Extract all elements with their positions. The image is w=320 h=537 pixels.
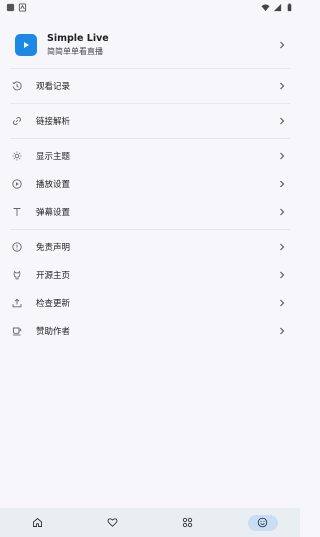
grid-icon (182, 517, 193, 528)
menu-group-link: 链接解析 (0, 104, 300, 138)
menu-group-history: 观看记录 (0, 69, 300, 103)
heart-icon (107, 518, 118, 527)
chevron-right-icon (280, 41, 285, 49)
chevron-right-icon (280, 152, 285, 160)
nav-home[interactable] (23, 515, 53, 531)
menu-item-display-theme[interactable]: 显示主题 (0, 142, 300, 170)
status-bar (0, 0, 300, 14)
menu-item-disclaimer[interactable]: 免责声明 (0, 233, 300, 261)
menu-label: 开源主页 (36, 271, 71, 281)
github-icon (13, 270, 21, 280)
chevron-right-icon (280, 82, 285, 90)
chevron-right-icon (280, 327, 285, 335)
menu-label: 链接解析 (36, 117, 71, 127)
chevron-right-icon (280, 243, 285, 251)
menu-item-danmaku-settings[interactable]: 弹幕设置 (0, 198, 300, 226)
coffee-icon (13, 327, 22, 336)
battery-icon (287, 2, 292, 11)
chevron-right-icon (280, 299, 285, 307)
bottom-navigation (0, 508, 300, 537)
menu-label: 赞助作者 (36, 327, 71, 337)
nav-favorites[interactable] (98, 515, 128, 531)
menu-label: 显示主题 (36, 152, 71, 162)
theme-icon (12, 151, 22, 161)
play-icon (24, 42, 29, 48)
notification-icon (6, 3, 15, 11)
history-icon (12, 81, 22, 91)
menu-item-watch-history[interactable]: 观看记录 (0, 72, 300, 100)
app-name: Simple Live (47, 32, 109, 44)
menu-group-about: 免责声明 开源主页 检查更新 赞助作者 (0, 230, 300, 348)
link-icon (13, 117, 21, 125)
home-icon (33, 517, 42, 527)
chevron-right-icon (280, 117, 285, 125)
app-logo (15, 34, 37, 56)
menu-label: 免责声明 (36, 243, 71, 253)
menu-item-link-parse[interactable]: 链接解析 (0, 107, 300, 135)
menu-label: 播放设置 (36, 180, 71, 190)
menu-item-sponsor[interactable]: 赞助作者 (0, 317, 300, 345)
app-info-card[interactable]: Simple Live 简简单单看直播 (0, 22, 300, 68)
menu-item-play-settings[interactable]: 播放设置 (0, 170, 300, 198)
play-settings-icon (12, 179, 22, 189)
nav-mine[interactable] (247, 514, 278, 531)
nav-categories[interactable] (173, 515, 203, 531)
chevron-right-icon (280, 208, 285, 216)
app-description: 简简单单看直播 (47, 46, 103, 56)
menu-group-settings: 显示主题 播放设置 弹幕设置 (0, 139, 300, 229)
update-icon (12, 298, 22, 308)
chevron-right-icon (280, 180, 285, 188)
app-notification-icon (18, 2, 27, 12)
menu-label: 观看记录 (36, 82, 71, 92)
info-icon (12, 242, 22, 252)
wifi-icon (261, 3, 270, 11)
signal-icon (273, 3, 282, 11)
smile-icon (257, 517, 268, 528)
chevron-right-icon (280, 271, 285, 279)
menu-label: 弹幕设置 (36, 208, 71, 218)
danmaku-settings-icon (13, 208, 21, 216)
menu-item-check-update[interactable]: 检查更新 (0, 289, 300, 317)
menu-label: 检查更新 (36, 299, 71, 309)
menu-item-open-source[interactable]: 开源主页 (0, 261, 300, 289)
